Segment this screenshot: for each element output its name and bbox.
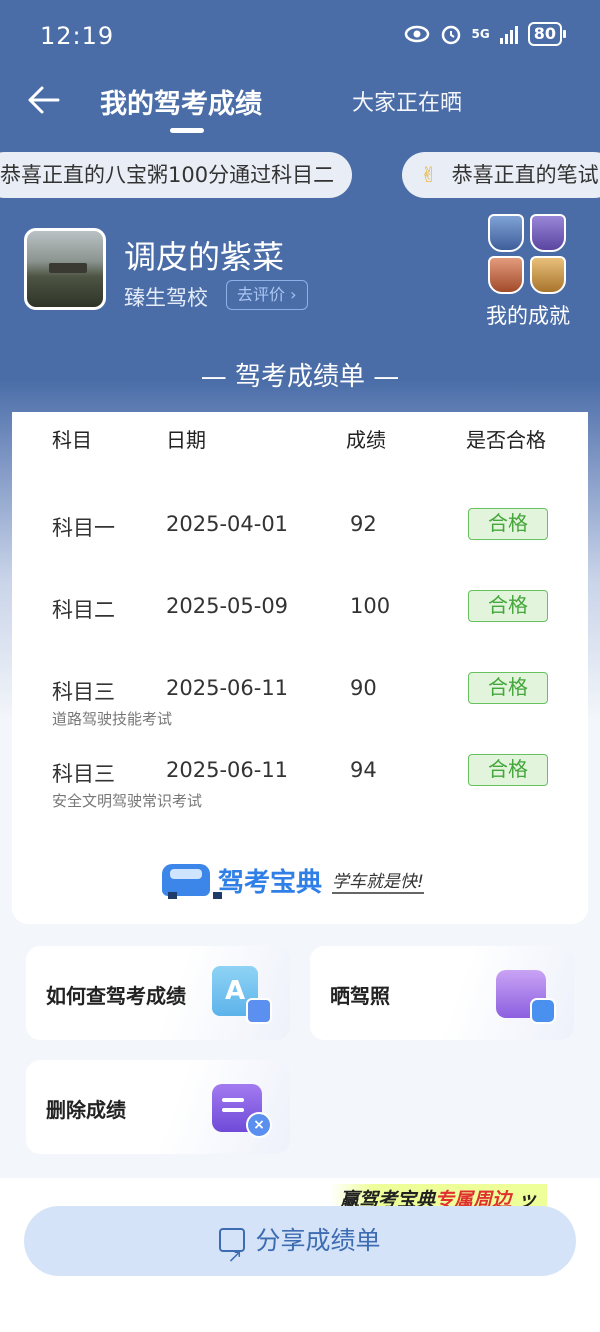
alarm-icon xyxy=(441,25,460,45)
row-subject: 科目二 xyxy=(52,598,115,622)
badge-icon xyxy=(488,214,524,252)
status-icons: 5G 80 xyxy=(404,22,567,46)
nav-bar: 我的驾考成绩 大家正在晒 xyxy=(0,72,600,142)
row-score: 92 xyxy=(350,512,377,536)
header-pass: 是否合格 xyxy=(466,428,546,452)
driving-school-name: 臻生驾校 xyxy=(124,286,208,310)
pass-badge: 合格 xyxy=(468,508,548,540)
rate-school-button[interactable]: 去评价 › xyxy=(226,280,308,310)
tile-label: 晒驾照 xyxy=(330,984,390,1008)
car-icon xyxy=(162,864,222,899)
marquee-item: ✌ 恭喜正直的笔试 xyxy=(402,152,600,198)
header-subject: 科目 xyxy=(52,428,92,452)
share-icon xyxy=(219,1222,246,1292)
congrats-marquee: 恭喜正直的八宝粥100分通过科目二 ✌ 恭喜正直的笔试 xyxy=(0,152,600,200)
table-row: 科目三 2025-06-11 90 合格 道路驾驶技能考试 xyxy=(12,672,588,746)
tab-everyone-sharing[interactable]: 大家正在晒 xyxy=(352,85,462,117)
score-sheet-title: — 驾考成绩单 — xyxy=(200,362,400,392)
row-date: 2025-06-11 xyxy=(166,676,289,700)
header-date: 日期 xyxy=(166,428,206,452)
badge-icon xyxy=(530,214,566,252)
achievements[interactable]: 我的成就 xyxy=(484,212,580,330)
back-arrow-icon[interactable] xyxy=(26,82,62,118)
marquee-text: 恭喜正直的笔试 xyxy=(451,163,599,187)
tab-my-scores[interactable]: 我的驾考成绩 xyxy=(100,82,262,121)
tile-label: 删除成绩 xyxy=(46,1098,126,1122)
active-tab-indicator xyxy=(170,128,204,133)
brand-slogan: 学车就是快! xyxy=(332,867,424,894)
row-subject: 科目三 xyxy=(52,680,115,704)
table-row: 科目二 2025-05-09 100 合格 xyxy=(12,590,588,664)
tile-label: 如何查驾考成绩 xyxy=(46,984,186,1008)
badge-icon xyxy=(488,256,524,294)
table-row: 科目一 2025-04-01 92 合格 xyxy=(12,508,588,582)
row-score: 90 xyxy=(350,676,377,700)
user-name: 调皮的紫菜 xyxy=(124,238,285,276)
brand-logo: 驾考宝典 学车就是快! xyxy=(162,860,424,900)
badge-icon xyxy=(530,256,566,294)
delete-scores-tile[interactable]: 删除成绩 × xyxy=(26,1060,290,1154)
row-date: 2025-04-01 xyxy=(166,512,289,536)
signal-bars-icon xyxy=(499,24,518,44)
avatar[interactable] xyxy=(24,228,106,310)
row-score: 100 xyxy=(350,594,391,618)
eye-icon xyxy=(404,25,429,43)
row-date: 2025-06-11 xyxy=(166,758,289,782)
row-subject: 科目一 xyxy=(52,516,115,540)
row-subject: 科目三 xyxy=(52,762,115,786)
battery-icon: 80 xyxy=(527,22,567,46)
share-button-label: 分享成绩单 xyxy=(255,1226,381,1255)
status-bar: 12:19 5G 80 xyxy=(0,0,600,72)
score-sheet-card: 科目 日期 成绩 是否合格 科目一 2025-04-01 92 合格 科目二 2… xyxy=(12,412,588,924)
victory-hand-icon: ✌ xyxy=(420,163,438,187)
share-score-sheet-button[interactable]: 分享成绩单 xyxy=(24,1206,576,1292)
status-time: 12:19 xyxy=(40,22,115,50)
marquee-item: 恭喜正直的八宝粥100分通过科目二 xyxy=(0,152,353,198)
how-to-check-scores-tile[interactable]: 如何查驾考成绩 A xyxy=(26,946,290,1040)
brand-name: 驾考宝典 xyxy=(218,867,323,898)
pass-badge: 合格 xyxy=(468,590,548,622)
signal-type: 5G xyxy=(471,27,490,41)
document-search-icon: A xyxy=(212,966,272,1024)
row-note: 道路驾驶技能考试 xyxy=(52,710,173,728)
header-score: 成绩 xyxy=(346,428,386,452)
row-score: 94 xyxy=(350,758,377,782)
table-row: 科目三 2025-06-11 94 合格 安全文明驾驶常识考试 xyxy=(12,754,588,828)
bottom-bar: 赢驾考宝典专属周边 ッ 分享成绩单 xyxy=(0,1178,600,1332)
pass-badge: 合格 xyxy=(468,672,548,704)
row-date: 2025-05-09 xyxy=(166,594,289,618)
row-note: 安全文明驾驶常识考试 xyxy=(52,792,203,810)
marquee-text: 恭喜正直的八宝粥100分通过科目二 xyxy=(0,163,335,187)
delete-document-icon: × xyxy=(212,1080,272,1138)
achievements-label: 我的成就 xyxy=(486,304,570,328)
pass-badge: 合格 xyxy=(468,754,548,786)
show-license-tile[interactable]: 晒驾照 xyxy=(310,946,574,1040)
photo-camera-icon xyxy=(496,966,556,1024)
